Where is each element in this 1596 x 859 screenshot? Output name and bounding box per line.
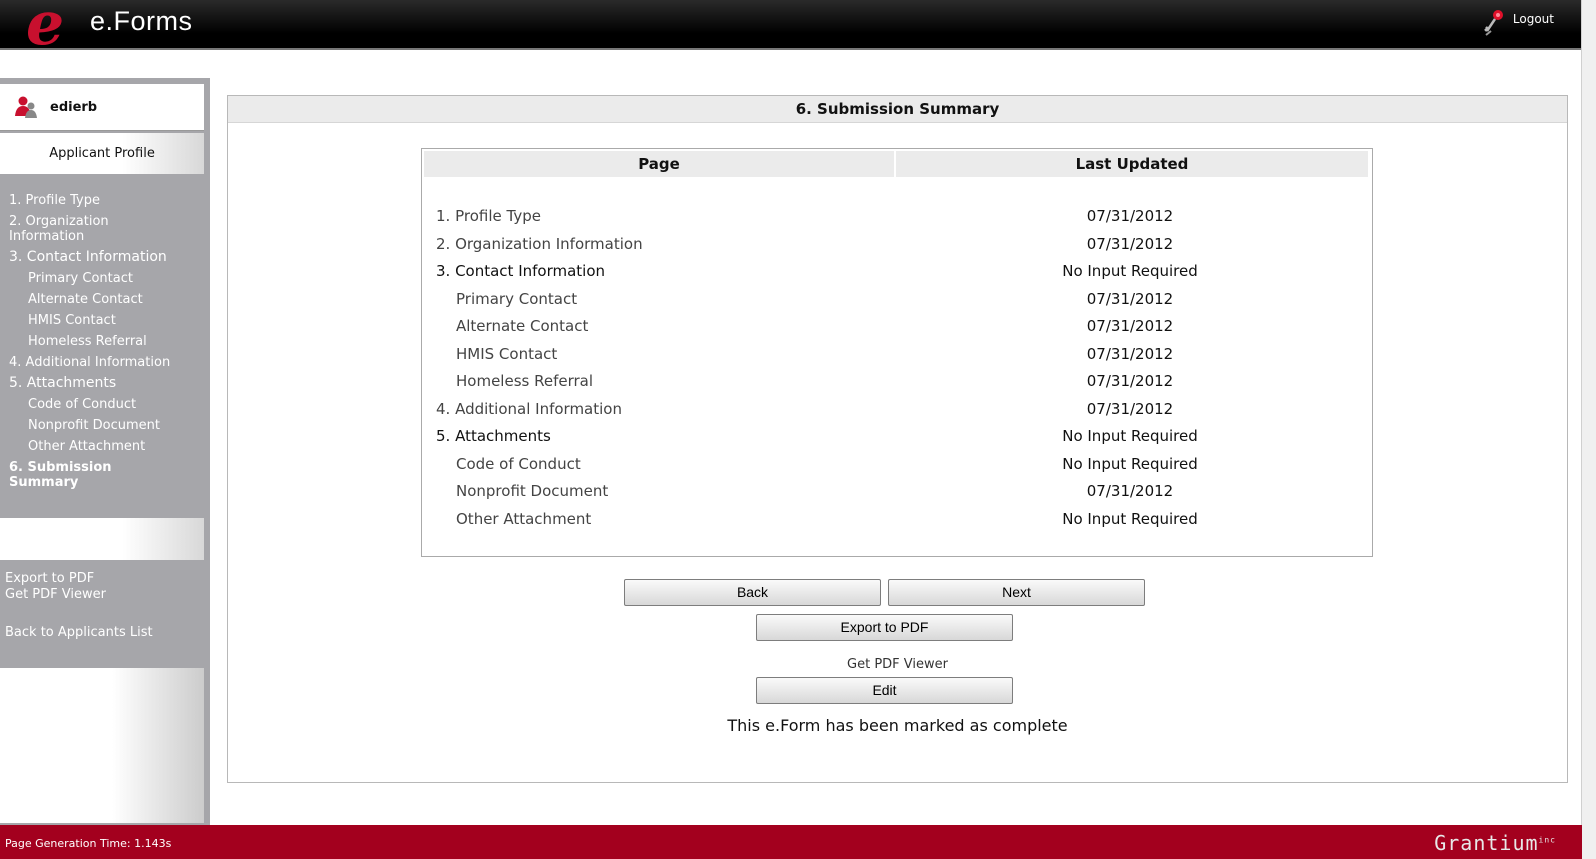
table-row: 3. Contact Information No Input Required — [422, 258, 1372, 286]
submission-summary-panel: 6. Submission Summary Page Last Updated … — [227, 95, 1568, 783]
sidebar-item-profile-type[interactable]: 1. Profile Type — [0, 190, 204, 211]
row-page: HMIS Contact — [456, 344, 558, 363]
row-updated: 07/31/2012 — [1086, 207, 1174, 225]
row-updated: No Input Required — [1062, 262, 1198, 280]
eforms-logo-text: e.Forms — [90, 6, 193, 36]
grantium-logo-suffix: inc — [1538, 835, 1556, 845]
completion-message: This e.Form has been marked as complete — [727, 716, 1068, 735]
sidebar-item-hmis-contact[interactable]: HMIS Contact — [0, 310, 204, 331]
row-updated: 07/31/2012 — [1086, 234, 1174, 253]
sidebar-item-submission-summary[interactable]: 6. Submission Summary — [0, 457, 204, 493]
sidebar-get-pdf-viewer-link[interactable]: Get PDF Viewer — [5, 587, 153, 603]
row-page: Nonprofit Document — [456, 482, 609, 500]
table-row: Primary Contact 07/31/2012 — [422, 286, 1372, 314]
back-to-applicants-link[interactable]: Back to Applicants List — [5, 625, 153, 641]
grantium-logo-text: Grantium — [1434, 831, 1539, 855]
row-updated: No Input Required — [1062, 509, 1198, 528]
row-page: Homeless Referral — [456, 372, 594, 390]
sidebar: edierb Applicant Profile 1. Profile Type… — [0, 78, 210, 825]
sidebar-item-organization-information[interactable]: 2. Organization Information — [0, 211, 204, 247]
table-row: 5. Attachments No Input Required — [422, 423, 1372, 451]
summary-table: Page Last Updated 1. Profile Type 07/31/2… — [421, 148, 1373, 557]
sidebar-item-other-attachment[interactable]: Other Attachment — [0, 436, 204, 457]
edit-button[interactable]: Edit — [756, 677, 1013, 704]
row-updated: 07/31/2012 — [1086, 399, 1174, 418]
table-body: 1. Profile Type 07/31/2012 2. Organizatio… — [422, 203, 1372, 533]
table-row: Homeless Referral 07/31/2012 — [422, 368, 1372, 396]
table-row: HMIS Contact 07/31/2012 — [422, 341, 1372, 369]
row-updated: No Input Required — [1062, 454, 1198, 473]
row-updated: 07/31/2012 — [1086, 372, 1174, 390]
sidebar-item-alternate-contact[interactable]: Alternate Contact — [0, 289, 204, 310]
logout-key-icon — [1483, 9, 1505, 37]
sidebar-export-pdf-link[interactable]: Export to PDF — [5, 571, 153, 587]
table-row: Nonprofit Document 07/31/2012 — [422, 478, 1372, 506]
page-generation-time: Page Generation Time: 1.143s — [5, 837, 172, 850]
grantium-logo: Grantiuminc — [1434, 831, 1556, 855]
row-updated: 07/31/2012 — [1086, 344, 1174, 363]
row-updated: 07/31/2012 — [1086, 317, 1174, 335]
footer: Page Generation Time: 1.143s Grantiuminc — [0, 825, 1582, 859]
row-page: Other Attachment — [456, 509, 592, 528]
table-row: Other Attachment No Input Required — [422, 506, 1372, 534]
export-pdf-button[interactable]: Export to PDF — [756, 614, 1013, 641]
table-row: 4. Additional Information 07/31/2012 — [422, 396, 1372, 424]
logout-label: Logout — [1512, 12, 1554, 26]
user-icon — [14, 95, 38, 119]
table-header: Page Last Updated — [424, 151, 1368, 177]
logout-button[interactable]: Logout — [1483, 9, 1554, 37]
sidebar-item-primary-contact[interactable]: Primary Contact — [0, 268, 204, 289]
sidebar-divider — [0, 518, 204, 560]
sidebar-bottom-panel — [0, 668, 204, 823]
sidebar-nav: 1. Profile Type 2. Organization Informat… — [0, 190, 204, 493]
username: edierb — [50, 99, 98, 115]
table-row: Code of Conduct No Input Required — [422, 451, 1372, 479]
row-page: 2. Organization Information — [436, 234, 643, 253]
page-title: 6. Submission Summary — [228, 96, 1567, 123]
sidebar-item-attachments[interactable]: 5. Attachments — [0, 373, 204, 394]
eforms-logo-letter: e — [26, 0, 65, 59]
row-page: Alternate Contact — [456, 317, 589, 335]
row-page: 5. Attachments — [436, 427, 551, 445]
row-updated: 07/31/2012 — [1086, 482, 1174, 500]
sidebar-links: Export to PDF Get PDF Viewer Back to App… — [5, 571, 153, 641]
sidebar-item-additional-information[interactable]: 4. Additional Information — [0, 352, 204, 373]
vertical-scrollbar[interactable] — [1581, 0, 1596, 859]
column-header-page: Page — [424, 151, 894, 177]
back-button[interactable]: Back — [624, 579, 881, 606]
table-row: 2. Organization Information 07/31/2012 — [422, 231, 1372, 259]
column-header-last-updated: Last Updated — [896, 151, 1368, 177]
sidebar-item-code-of-conduct[interactable]: Code of Conduct — [0, 394, 204, 415]
user-box: edierb — [0, 84, 204, 131]
top-header: e e.Forms Logout — [0, 0, 1582, 54]
sidebar-item-homeless-referral[interactable]: Homeless Referral — [0, 331, 204, 352]
applicant-profile-label: Applicant Profile — [0, 133, 204, 174]
get-pdf-viewer-link[interactable]: Get PDF Viewer — [228, 657, 1567, 672]
next-button[interactable]: Next — [888, 579, 1145, 606]
row-page: 1. Profile Type — [436, 207, 541, 225]
table-row: 1. Profile Type 07/31/2012 — [422, 203, 1372, 231]
row-page: Primary Contact — [456, 289, 578, 308]
row-page: 4. Additional Information — [436, 399, 622, 418]
row-page: Code of Conduct — [456, 454, 581, 473]
sidebar-item-nonprofit-document[interactable]: Nonprofit Document — [0, 415, 204, 436]
table-row: Alternate Contact 07/31/2012 — [422, 313, 1372, 341]
row-page: 3. Contact Information — [436, 262, 606, 280]
sidebar-item-contact-information[interactable]: 3. Contact Information — [0, 247, 204, 268]
row-updated: No Input Required — [1062, 427, 1198, 445]
row-updated: 07/31/2012 — [1086, 289, 1174, 308]
